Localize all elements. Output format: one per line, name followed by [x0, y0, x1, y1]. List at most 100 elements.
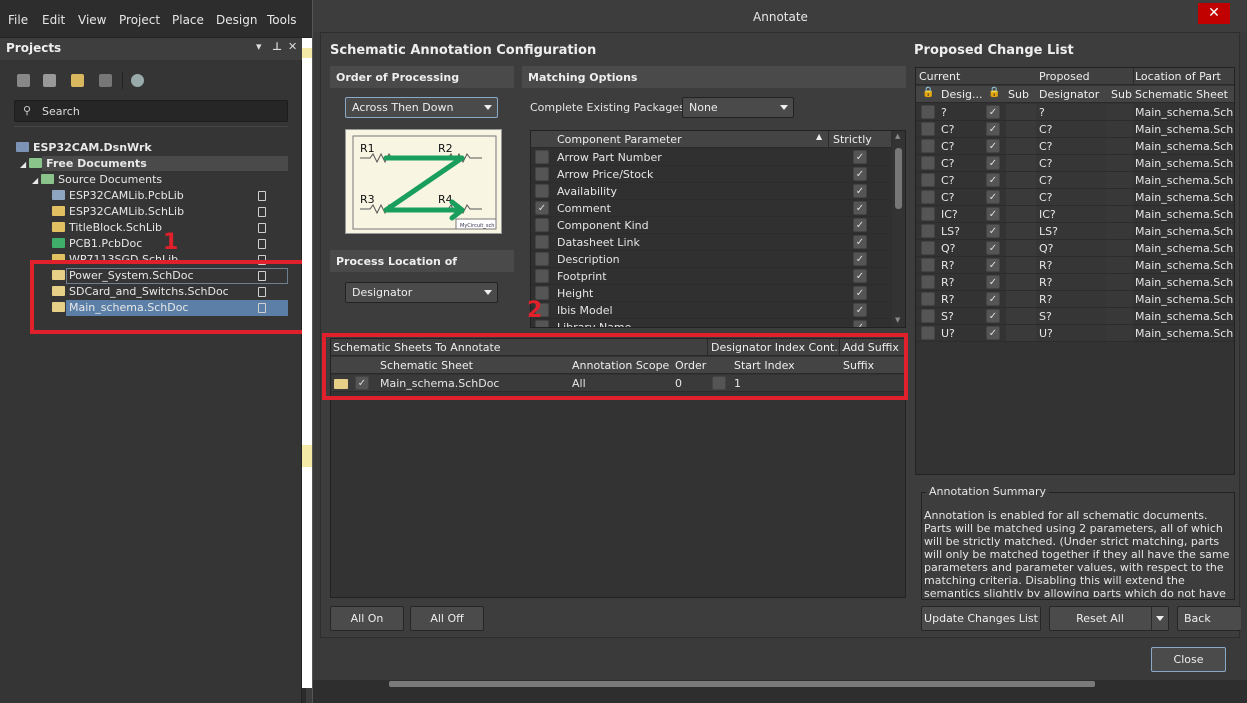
current-lock-checkbox[interactable]: [921, 326, 935, 340]
current-lock-checkbox[interactable]: [921, 139, 935, 153]
order-of-processing-select[interactable]: Across Then Down: [345, 97, 498, 118]
change-row[interactable]: C? ✓ C? Main_schema.SchD: [916, 138, 1234, 155]
change-row[interactable]: S? ✓ S? Main_schema.SchD: [916, 308, 1234, 325]
change-row[interactable]: Q? ✓ Q? Main_schema.SchD: [916, 240, 1234, 257]
scroll-up-icon[interactable]: ▲: [895, 132, 900, 140]
tree-item-file[interactable]: PCB1.PcbDoc: [52, 237, 142, 250]
editor-hscroll-thumb[interactable]: [389, 681, 1095, 687]
column-strictly[interactable]: Strictly: [833, 133, 872, 146]
menu-edit[interactable]: Edit: [42, 13, 65, 27]
proposed-lock-checkbox[interactable]: ✓: [986, 241, 1000, 255]
matching-row[interactable]: Footprint ✓: [531, 268, 891, 285]
current-lock-checkbox[interactable]: [921, 292, 935, 306]
menu-design[interactable]: Design: [216, 13, 257, 27]
menu-view[interactable]: View: [78, 13, 106, 27]
process-location-select[interactable]: Designator: [345, 282, 498, 303]
change-row[interactable]: ? ✓? Main_schema.SchD: [916, 104, 1234, 121]
save-icon[interactable]: [17, 74, 30, 87]
parameter-checkbox[interactable]: [535, 252, 549, 266]
proposed-lock-checkbox[interactable]: ✓: [986, 275, 1000, 289]
complete-packages-select[interactable]: None: [682, 97, 794, 118]
close-project-icon[interactable]: [99, 74, 112, 87]
current-lock-checkbox[interactable]: [921, 224, 935, 238]
current-lock-checkbox[interactable]: [921, 122, 935, 136]
proposed-lock-checkbox[interactable]: ✓: [986, 309, 1000, 323]
change-row[interactable]: R? ✓ R? Main_schema.SchD: [916, 291, 1234, 308]
matching-row[interactable]: Datasheet Link ✓: [531, 234, 891, 251]
open-folder-icon[interactable]: [71, 74, 84, 87]
current-lock-checkbox[interactable]: [921, 241, 935, 255]
column-current-sub[interactable]: Sub: [1008, 88, 1029, 101]
matching-row[interactable]: Component Kind ✓: [531, 217, 891, 234]
change-row[interactable]: C? ✓ C? Main_schema.SchD: [916, 155, 1234, 172]
matching-scrollbar[interactable]: ▲ ▼: [892, 131, 905, 327]
parameter-checkbox[interactable]: [535, 167, 549, 181]
expand-icon[interactable]: ◢: [20, 160, 26, 169]
matching-row[interactable]: ✓ Comment ✓: [531, 200, 891, 217]
tree-item-file[interactable]: ESP32CAMLib.PcbLib: [52, 189, 184, 202]
proposed-lock-checkbox[interactable]: ✓: [986, 207, 1000, 221]
search-input[interactable]: ⚲ Search: [14, 100, 288, 122]
proposed-lock-checkbox[interactable]: ✓: [986, 258, 1000, 272]
strictly-checkbox[interactable]: ✓: [853, 167, 867, 181]
matching-row[interactable]: Arrow Part Number ✓: [531, 149, 891, 166]
strictly-checkbox[interactable]: ✓: [853, 235, 867, 249]
strictly-checkbox[interactable]: ✓: [853, 286, 867, 300]
change-row[interactable]: IC? ✓ IC? Main_schema.SchD: [916, 206, 1234, 223]
parameter-checkbox[interactable]: [535, 235, 549, 249]
all-on-button[interactable]: All On: [330, 606, 404, 631]
column-component-parameter[interactable]: Component Parameter: [557, 133, 682, 146]
parameter-checkbox[interactable]: [535, 150, 549, 164]
proposed-lock-checkbox[interactable]: ✓: [986, 105, 1000, 119]
change-row[interactable]: C? ✓ C? Main_schema.SchD: [916, 189, 1234, 206]
expand-icon[interactable]: ◢: [32, 176, 38, 185]
proposed-lock-checkbox[interactable]: ✓: [986, 139, 1000, 153]
change-row[interactable]: R? ✓ R? Main_schema.SchD: [916, 257, 1234, 274]
panel-menu-icon[interactable]: ▾: [256, 40, 262, 53]
menu-tools[interactable]: Tools: [267, 13, 297, 27]
change-row[interactable]: C? ✓ C? Main_schema.SchD: [916, 121, 1234, 138]
parameter-checkbox[interactable]: [535, 218, 549, 232]
proposed-lock-checkbox[interactable]: ✓: [986, 190, 1000, 204]
column-schematic-sheet[interactable]: Schematic Sheet: [1135, 88, 1228, 101]
strictly-checkbox[interactable]: ✓: [853, 269, 867, 283]
parameter-checkbox[interactable]: [535, 269, 549, 283]
strictly-checkbox[interactable]: ✓: [853, 218, 867, 232]
change-row[interactable]: LS? ✓ LS? Main_schema.SchD: [916, 223, 1234, 240]
scroll-thumb[interactable]: [895, 148, 902, 209]
proposed-lock-checkbox[interactable]: ✓: [986, 122, 1000, 136]
dialog-close-icon[interactable]: ✕: [1198, 3, 1230, 24]
proposed-lock-checkbox[interactable]: ✓: [986, 173, 1000, 187]
close-button[interactable]: Close: [1151, 647, 1226, 672]
strictly-checkbox[interactable]: ✓: [853, 201, 867, 215]
tree-item-file[interactable]: TitleBlock.SchLib: [52, 221, 162, 234]
reset-all-button[interactable]: Reset All: [1049, 606, 1169, 631]
all-off-button[interactable]: All Off: [410, 606, 484, 631]
change-row[interactable]: C? ✓ C? Main_schema.SchD: [916, 172, 1234, 189]
panel-close-icon[interactable]: ✕: [288, 40, 297, 53]
scroll-down-icon[interactable]: ▼: [895, 316, 900, 324]
save-all-icon[interactable]: [43, 74, 56, 87]
parameter-checkbox[interactable]: [535, 184, 549, 198]
current-lock-checkbox[interactable]: [921, 275, 935, 289]
strictly-checkbox[interactable]: ✓: [853, 150, 867, 164]
proposed-lock-checkbox[interactable]: ✓: [986, 156, 1000, 170]
settings-icon[interactable]: [131, 74, 144, 87]
current-lock-checkbox[interactable]: [921, 309, 935, 323]
tree-item-free-documents[interactable]: ◢ Free Documents: [20, 157, 147, 170]
strictly-checkbox[interactable]: ✓: [853, 303, 867, 317]
strictly-checkbox[interactable]: ✓: [853, 320, 867, 327]
pin-icon[interactable]: ⊥: [272, 40, 282, 53]
menu-file[interactable]: File: [8, 13, 28, 27]
matching-row[interactable]: Height ✓: [531, 285, 891, 302]
proposed-lock-checkbox[interactable]: ✓: [986, 224, 1000, 238]
current-lock-checkbox[interactable]: [921, 156, 935, 170]
current-lock-checkbox[interactable]: [921, 190, 935, 204]
column-current-designator[interactable]: Desig...: [941, 88, 983, 101]
proposed-lock-checkbox[interactable]: ✓: [986, 326, 1000, 340]
change-row[interactable]: R? ✓ R? Main_schema.SchD: [916, 274, 1234, 291]
column-proposed-designator[interactable]: Designator: [1039, 88, 1099, 101]
matching-row[interactable]: Library Name ✓: [531, 319, 891, 327]
parameter-checkbox[interactable]: ✓: [535, 201, 549, 215]
current-lock-checkbox[interactable]: [921, 105, 935, 119]
